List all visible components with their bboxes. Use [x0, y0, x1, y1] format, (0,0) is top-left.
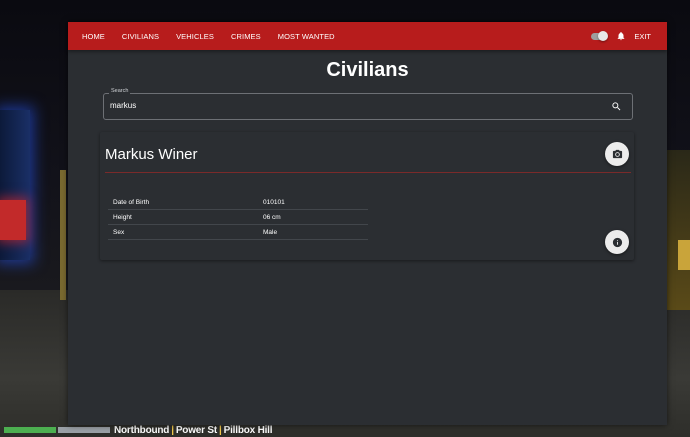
building-right [667, 150, 690, 310]
location-direction: Northbound [114, 425, 170, 436]
neon-sign [0, 200, 26, 240]
search-icon[interactable] [611, 101, 622, 112]
street-pole [60, 170, 66, 300]
nav-home[interactable]: HOME [82, 32, 105, 41]
navbar: HOME CIVILIANS VEHICLES CRIMES MOST WANT… [68, 22, 667, 50]
nav-most-wanted[interactable]: MOST WANTED [278, 32, 335, 41]
civilian-details: Date of Birth 010101 Height 06 cm Sex Ma… [108, 195, 368, 240]
photo-button[interactable] [605, 142, 629, 166]
field-value: Male [258, 224, 368, 240]
field-value: 010101 [258, 195, 368, 210]
field-label: Date of Birth [108, 195, 258, 210]
search-input[interactable]: markus [110, 101, 136, 110]
location-area: Pillbox Hill [223, 425, 273, 436]
civilian-card: Markus Winer Date of Birth 010101 Height… [100, 132, 634, 260]
field-label: Height [108, 209, 258, 225]
exit-button[interactable]: EXIT [634, 32, 651, 41]
camera-icon [612, 149, 622, 158]
nav-crimes[interactable]: CRIMES [231, 32, 261, 41]
field-value: 06 cm [258, 209, 368, 225]
nav-actions: EXIT [591, 22, 651, 50]
location-display: Northbound | Power St | Pillbox Hill [114, 425, 273, 436]
game-hud: Northbound | Power St | Pillbox Hill [0, 425, 273, 437]
mdt-window: HOME CIVILIANS VEHICLES CRIMES MOST WANT… [68, 22, 667, 425]
table-row: Height 06 cm [108, 209, 368, 225]
table-row: Date of Birth 010101 [108, 195, 368, 210]
civilian-name: Markus Winer [105, 146, 198, 163]
theme-toggle[interactable] [591, 31, 609, 41]
info-icon [612, 237, 622, 247]
armor-bar [58, 427, 110, 433]
name-divider [105, 172, 631, 173]
nav-civilians[interactable]: CIVILIANS [122, 32, 159, 41]
bell-icon[interactable] [616, 31, 626, 41]
info-button[interactable] [605, 230, 629, 254]
health-bar [4, 427, 56, 433]
nav-menu: HOME CIVILIANS VEHICLES CRIMES MOST WANT… [82, 22, 352, 50]
field-label: Sex [108, 224, 258, 240]
table-row: Sex Male [108, 224, 368, 240]
street-sign [678, 240, 690, 270]
nav-vehicles[interactable]: VEHICLES [176, 32, 214, 41]
search-field[interactable]: Search markus [103, 88, 633, 120]
search-label: Search [109, 88, 131, 94]
toggle-knob [598, 31, 609, 41]
page-title: Civilians [326, 59, 409, 81]
location-street: Power St [175, 425, 218, 436]
